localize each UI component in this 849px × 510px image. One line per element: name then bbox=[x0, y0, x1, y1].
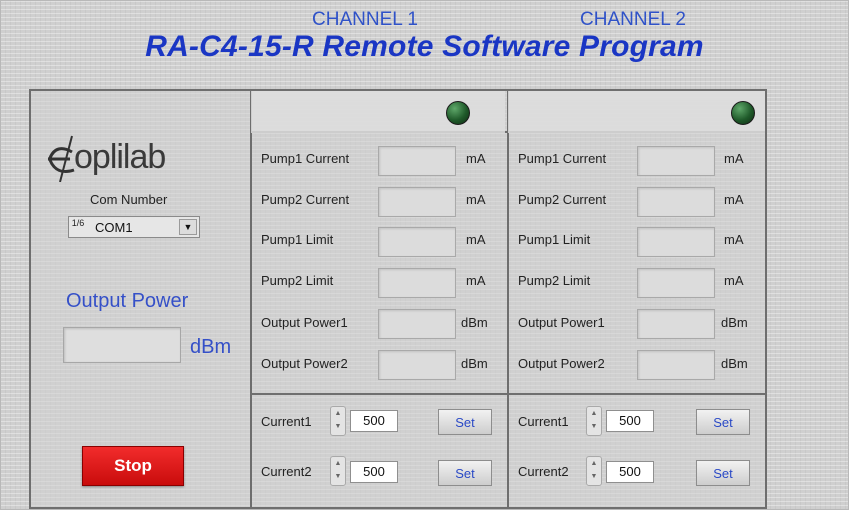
channel-2-title: CHANNEL 2 bbox=[580, 9, 686, 30]
divider-center bbox=[507, 91, 509, 507]
output-power-unit: dBm bbox=[190, 336, 232, 358]
ch1-pump1-limit-label: Pump1 Limit bbox=[261, 232, 334, 247]
ch2-pump1-current-field bbox=[637, 146, 715, 176]
ch1-pump1-limit-unit: mA bbox=[466, 232, 486, 247]
com-number-label: Com Number bbox=[90, 192, 168, 207]
ch1-output-power2-unit: dBm bbox=[461, 356, 488, 371]
ch1-output-power1-label: Output Power1 bbox=[261, 315, 348, 330]
ch2-pump2-current-unit: mA bbox=[724, 192, 744, 207]
channel-2-led-icon bbox=[731, 101, 755, 125]
ch2-pump1-current-unit: mA bbox=[724, 151, 744, 166]
ch2-current2-label: Current2 bbox=[518, 464, 569, 479]
ch2-current2-input[interactable]: 500 bbox=[606, 461, 654, 483]
ch1-current2-spinner[interactable]: ▲ ▼ bbox=[330, 456, 346, 486]
ch2-pump1-limit-label: Pump1 Limit bbox=[518, 232, 591, 247]
ch1-pump2-limit-field bbox=[378, 268, 456, 298]
ch2-output-power2-unit: dBm bbox=[721, 356, 748, 371]
ch2-output-power1-unit: dBm bbox=[721, 315, 748, 330]
ch1-pump2-current-label: Pump2 Current bbox=[261, 192, 350, 207]
ch2-current2-set-button[interactable]: Set bbox=[696, 460, 750, 486]
ch1-output-power2-field bbox=[378, 350, 456, 380]
ch2-output-power2-label: Output Power2 bbox=[518, 356, 605, 371]
ch1-pump2-current-field bbox=[378, 187, 456, 217]
com-select[interactable]: 1/6 COM1 ▼ bbox=[68, 216, 200, 238]
channel-1-led-icon bbox=[446, 101, 470, 125]
ch2-current1-spinner[interactable]: ▲ ▼ bbox=[586, 406, 602, 436]
logo-text: oplilab bbox=[74, 138, 166, 176]
ch1-current1-input[interactable]: 500 bbox=[350, 410, 398, 432]
com-value: COM1 bbox=[95, 220, 133, 235]
ch1-current1-set-button[interactable]: Set bbox=[438, 409, 492, 435]
ch2-pump2-limit-field bbox=[637, 268, 715, 298]
ch2-output-power1-field bbox=[637, 309, 715, 339]
ch1-current1-spinner[interactable]: ▲ ▼ bbox=[330, 406, 346, 436]
ch1-pump2-limit-label: Pump2 Limit bbox=[261, 273, 334, 288]
ch2-pump2-limit-unit: mA bbox=[724, 273, 744, 288]
divider-left bbox=[250, 91, 252, 507]
app-title: RA-C4-15-R Remote Software Program bbox=[145, 30, 704, 63]
ch1-pump1-current-label: Pump1 Current bbox=[261, 151, 350, 166]
app-window: RA-C4-15-R Remote Software Program oplil… bbox=[0, 0, 849, 510]
ch2-pump2-current-label: Pump2 Current bbox=[518, 192, 607, 207]
ch2-output-power1-label: Output Power1 bbox=[518, 315, 605, 330]
output-power-field bbox=[63, 327, 181, 363]
ch1-current2-input[interactable]: 500 bbox=[350, 461, 398, 483]
ch2-pump1-current-label: Pump1 Current bbox=[518, 151, 607, 166]
ch2-current1-input[interactable]: 500 bbox=[606, 410, 654, 432]
ch2-pump1-limit-field bbox=[637, 227, 715, 257]
ch1-pump2-current-unit: mA bbox=[466, 192, 486, 207]
ch1-pump1-limit-field bbox=[378, 227, 456, 257]
ch2-current1-label: Current1 bbox=[518, 414, 569, 429]
ch1-output-power1-field bbox=[378, 309, 456, 339]
ch1-current2-set-button[interactable]: Set bbox=[438, 460, 492, 486]
ch2-output-power2-field bbox=[637, 350, 715, 380]
ch2-pump2-limit-label: Pump2 Limit bbox=[518, 273, 591, 288]
ch1-current1-label: Current1 bbox=[261, 414, 312, 429]
ch1-current2-label: Current2 bbox=[261, 464, 312, 479]
ch2-current1-set-button[interactable]: Set bbox=[696, 409, 750, 435]
ch1-pump1-current-field bbox=[378, 146, 456, 176]
controls-divider bbox=[250, 393, 767, 395]
output-power-label: Output Power bbox=[66, 290, 189, 312]
ch1-pump1-current-unit: mA bbox=[466, 151, 486, 166]
ch2-current2-spinner[interactable]: ▲ ▼ bbox=[586, 456, 602, 486]
channel-2-header bbox=[508, 91, 765, 133]
ch2-pump1-limit-unit: mA bbox=[724, 232, 744, 247]
ch2-pump2-current-field bbox=[637, 187, 715, 217]
com-increment-icon[interactable]: 1/6 bbox=[71, 219, 85, 235]
stop-button[interactable]: Stop bbox=[82, 446, 184, 486]
channel-1-title: CHANNEL 1 bbox=[312, 9, 418, 30]
ch1-pump2-limit-unit: mA bbox=[466, 273, 486, 288]
ch1-output-power1-unit: dBm bbox=[461, 315, 488, 330]
chevron-down-icon[interactable]: ▼ bbox=[179, 219, 197, 235]
ch1-output-power2-label: Output Power2 bbox=[261, 356, 348, 371]
